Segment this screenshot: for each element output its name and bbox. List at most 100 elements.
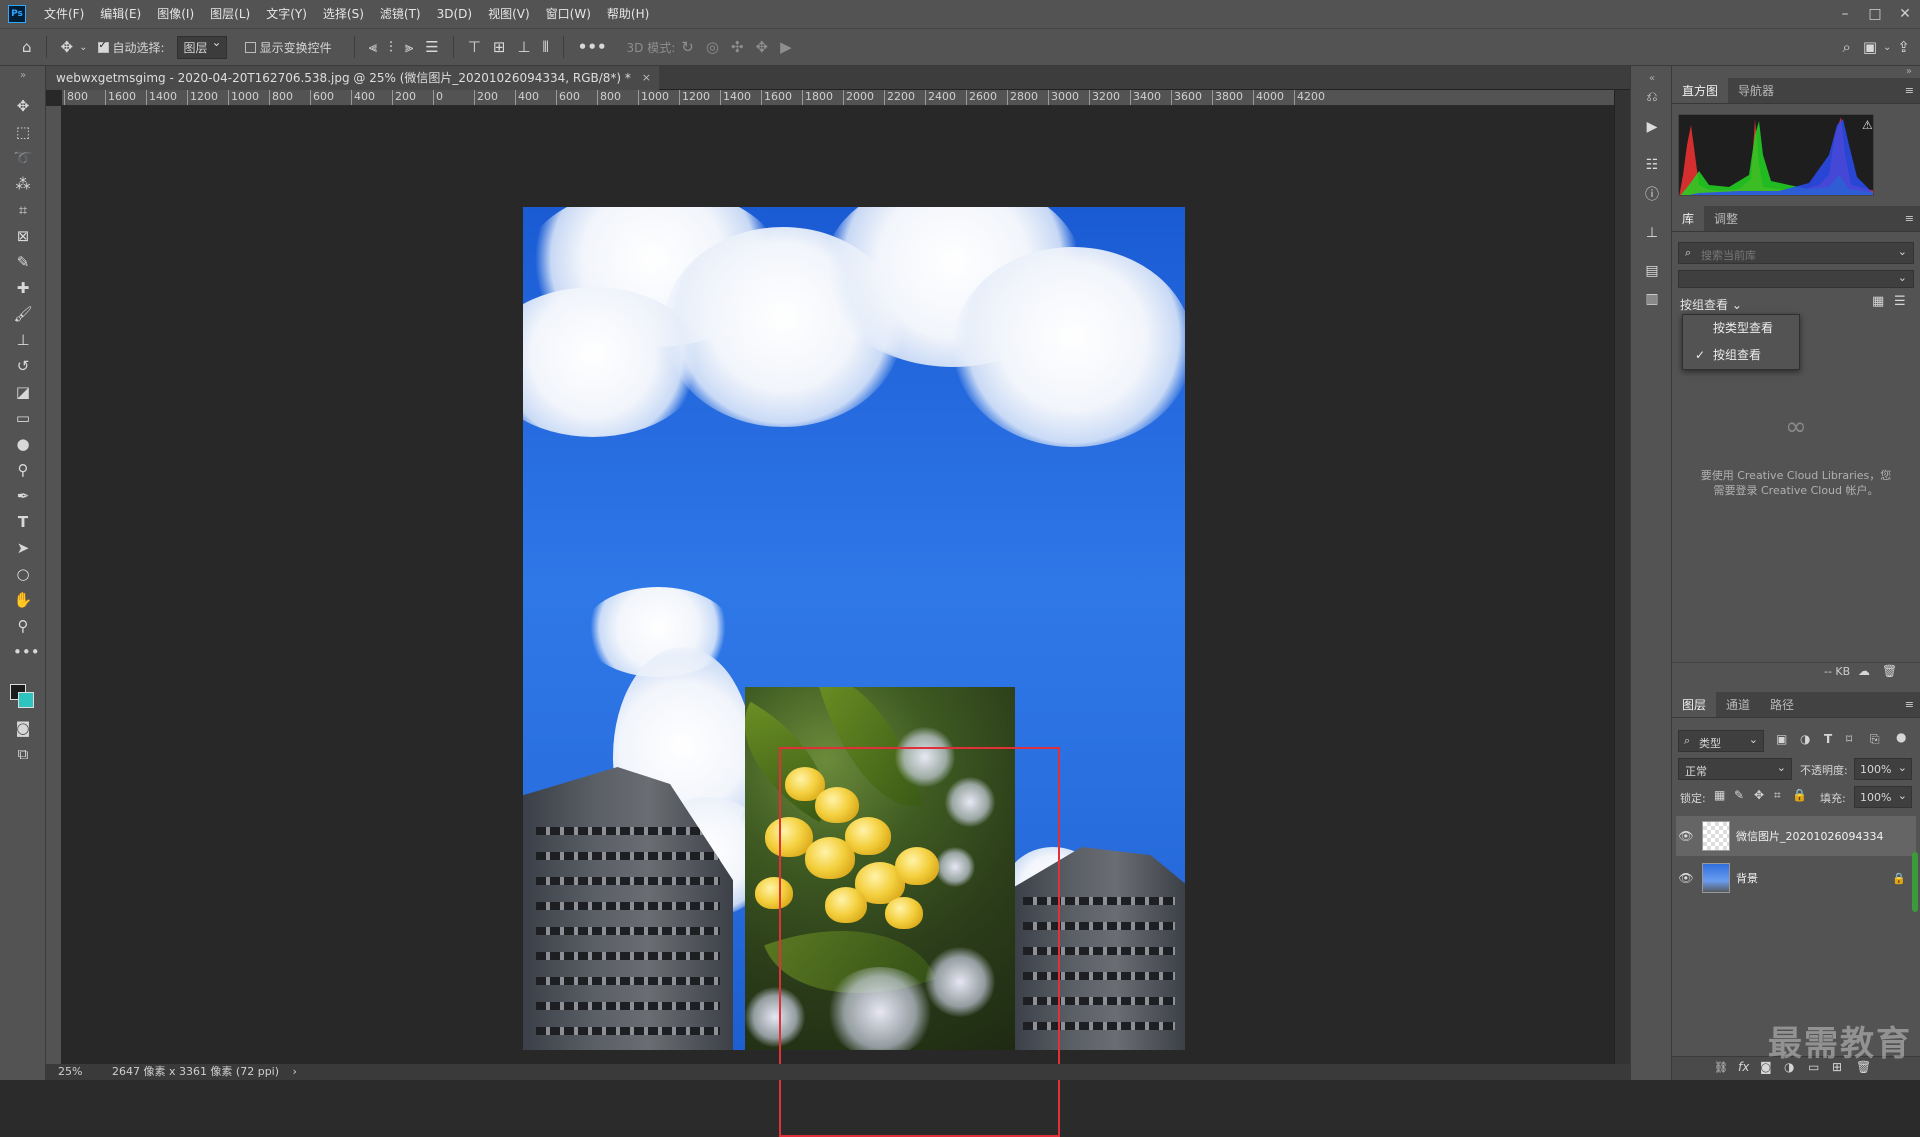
clone-stamp-tool-icon[interactable]: ⊥ (13, 330, 33, 350)
blur-tool-icon[interactable]: ● (13, 434, 33, 454)
vertical-ruler[interactable] (46, 106, 62, 1064)
layer-row[interactable]: 👁 微信图片_20201026094334 (1676, 816, 1916, 856)
layer-filter-select[interactable]: ⌕ 类型 ⌄ (1678, 730, 1764, 752)
menu-layer[interactable]: 图层(L) (202, 0, 258, 28)
magic-wand-tool-icon[interactable]: ⁂ (13, 174, 33, 194)
align-right-icon[interactable]: ⫸ (405, 38, 413, 56)
type-tool-icon[interactable]: T (13, 512, 33, 532)
fill-field[interactable]: 100% ⌄ (1854, 786, 1912, 808)
cloud-sync-icon[interactable]: ☁ (1858, 664, 1870, 678)
filter-adjustment-icon[interactable]: ◑ (1800, 732, 1810, 746)
crop-tool-icon[interactable]: ⌗ (13, 200, 33, 220)
3d-orbit-icon[interactable]: ↻ (681, 38, 694, 56)
lasso-tool-icon[interactable]: ➰ (13, 148, 33, 168)
view-by-dropdown[interactable]: 按组查看 ⌄ (1680, 296, 1742, 313)
layer-row[interactable]: 👁 背景 🔒 (1676, 858, 1916, 898)
scroll-indicator[interactable] (1912, 852, 1918, 912)
menu-edit[interactable]: 编辑(E) (92, 0, 149, 28)
tab-libraries[interactable]: 库 (1672, 206, 1705, 231)
visibility-eye-icon[interactable]: 👁 (1676, 829, 1696, 843)
history-brush-tool-icon[interactable]: ↺ (13, 356, 33, 376)
lock-all-icon[interactable]: 🔒 (1792, 788, 1807, 802)
marquee-tool-icon[interactable]: ⬚ (13, 122, 33, 142)
menu-type[interactable]: 文字(Y) (258, 0, 315, 28)
list-view-icon[interactable]: ☰ (1894, 294, 1906, 309)
close-button[interactable]: ✕ (1890, 6, 1920, 22)
move-tool-icon[interactable]: ✥ (61, 38, 74, 56)
healing-brush-tool-icon[interactable]: ✚ (13, 278, 33, 298)
3d-roll-icon[interactable]: ◎ (706, 38, 719, 56)
filter-type-icon[interactable]: T (1824, 732, 1832, 746)
lock-image-icon[interactable]: ✎ (1734, 788, 1744, 802)
distribute-vertical-icon[interactable]: ☰ (425, 38, 438, 56)
align-left-icon[interactable]: ⫷ (369, 38, 377, 56)
character-icon[interactable]: ▥ (1643, 290, 1661, 308)
workspace-icon[interactable]: ▣ (1863, 38, 1877, 56)
zoom-level[interactable]: 25% (58, 1065, 82, 1078)
path-selection-tool-icon[interactable]: ➤ (13, 538, 33, 558)
history-icon[interactable]: ⎌ (1643, 88, 1661, 106)
move-tool-icon[interactable]: ✥ (13, 96, 33, 116)
lock-position-icon[interactable]: ✥ (1754, 788, 1764, 802)
eraser-tool-icon[interactable]: ◪ (13, 382, 33, 402)
align-top-icon[interactable]: ⊤ (468, 38, 481, 56)
auto-select-target-select[interactable]: 图层 (176, 35, 227, 59)
collapse-arrows-icon[interactable]: » (1906, 66, 1912, 77)
library-select[interactable]: ⌄ (1678, 270, 1914, 288)
link-layers-icon[interactable]: ⛓ (1714, 1061, 1728, 1074)
tab-histogram[interactable]: 直方图 (1672, 78, 1729, 103)
filter-pixel-icon[interactable]: ▣ (1776, 732, 1787, 746)
tab-channels[interactable]: 通道 (1716, 692, 1760, 717)
paragraph-icon[interactable]: ▤ (1643, 262, 1661, 280)
dodge-tool-icon[interactable]: ⚲ (13, 460, 33, 480)
chevron-down-icon[interactable]: ⌄ (79, 42, 87, 53)
eyedropper-tool-icon[interactable]: ✎ (13, 252, 33, 272)
pen-tool-icon[interactable]: ✒ (13, 486, 33, 506)
trash-icon[interactable]: 🗑 (1882, 664, 1897, 678)
tab-adjustments[interactable]: 调整 (1704, 206, 1748, 231)
tab-navigator[interactable]: 导航器 (1728, 78, 1784, 103)
menu-filter[interactable]: 滤镜(T) (372, 0, 429, 28)
layer-name[interactable]: 微信图片_20201026094334 (1736, 828, 1883, 844)
screen-mode-icon[interactable]: ⧉ (13, 744, 33, 764)
chevron-down-icon[interactable]: ⌄ (1898, 271, 1907, 284)
panel-menu-icon[interactable]: ≡ (1905, 698, 1914, 711)
share-icon[interactable]: ⇪ (1897, 38, 1910, 56)
align-middle-icon[interactable]: ⊞ (493, 38, 506, 56)
visibility-eye-icon[interactable]: 👁 (1676, 871, 1696, 885)
opacity-field[interactable]: 100% ⌄ (1854, 758, 1912, 780)
menu-image[interactable]: 图像(I) (149, 0, 202, 28)
align-center-icon[interactable]: ⫶ (389, 38, 393, 56)
tab-layers[interactable]: 图层 (1672, 692, 1717, 717)
filter-toggle-icon[interactable]: ● (1896, 730, 1906, 744)
chevron-down-icon[interactable]: ⌄ (1883, 42, 1891, 53)
menu-item-view-by-group[interactable]: ✓ 按组查看 (1683, 342, 1799, 369)
hand-tool-icon[interactable]: ✋ (13, 590, 33, 610)
menu-select[interactable]: 选择(S) (315, 0, 372, 28)
align-bottom-icon[interactable]: ⊥ (517, 38, 530, 56)
filter-shape-icon[interactable]: ⌑ (1846, 732, 1852, 746)
3d-camera-icon[interactable]: ▶ (780, 38, 792, 56)
3d-pan-icon[interactable]: ✣ (731, 38, 744, 56)
minimize-button[interactable]: – (1830, 6, 1860, 22)
blend-mode-select[interactable]: 正常 ⌄ (1678, 758, 1792, 780)
panel-menu-icon[interactable]: ≡ (1905, 84, 1914, 97)
ellipse-tool-icon[interactable]: ○ (13, 564, 33, 584)
frame-tool-icon[interactable]: ⊠ (13, 226, 33, 246)
background-color-swatch[interactable] (18, 692, 34, 708)
library-search-input[interactable]: 搜索当前库 (1701, 247, 1756, 263)
status-menu-arrow[interactable]: › (293, 1065, 297, 1078)
3d-slide-icon[interactable]: ✥ (756, 38, 769, 56)
layer-name[interactable]: 背景 (1736, 870, 1758, 886)
stamp-icon[interactable]: ⊥ (1643, 224, 1661, 242)
quick-mask-icon[interactable]: ◙ (13, 718, 33, 738)
menu-window[interactable]: 窗口(W) (538, 0, 599, 28)
info-icon[interactable]: ⓘ (1643, 186, 1661, 204)
library-search-field[interactable]: ⌕ 搜索当前库 ⌄ (1678, 242, 1914, 264)
document-tab[interactable]: webwxgetmsgimg - 2020-04-20T162706.538.j… (46, 66, 659, 90)
close-tab-icon[interactable]: × (642, 66, 651, 90)
properties-icon[interactable]: ☷ (1643, 156, 1661, 174)
fx-icon[interactable]: fx (1738, 1060, 1749, 1074)
lock-transparent-icon[interactable]: ▦ (1714, 788, 1725, 802)
panel-menu-icon[interactable]: ≡ (1905, 212, 1914, 225)
